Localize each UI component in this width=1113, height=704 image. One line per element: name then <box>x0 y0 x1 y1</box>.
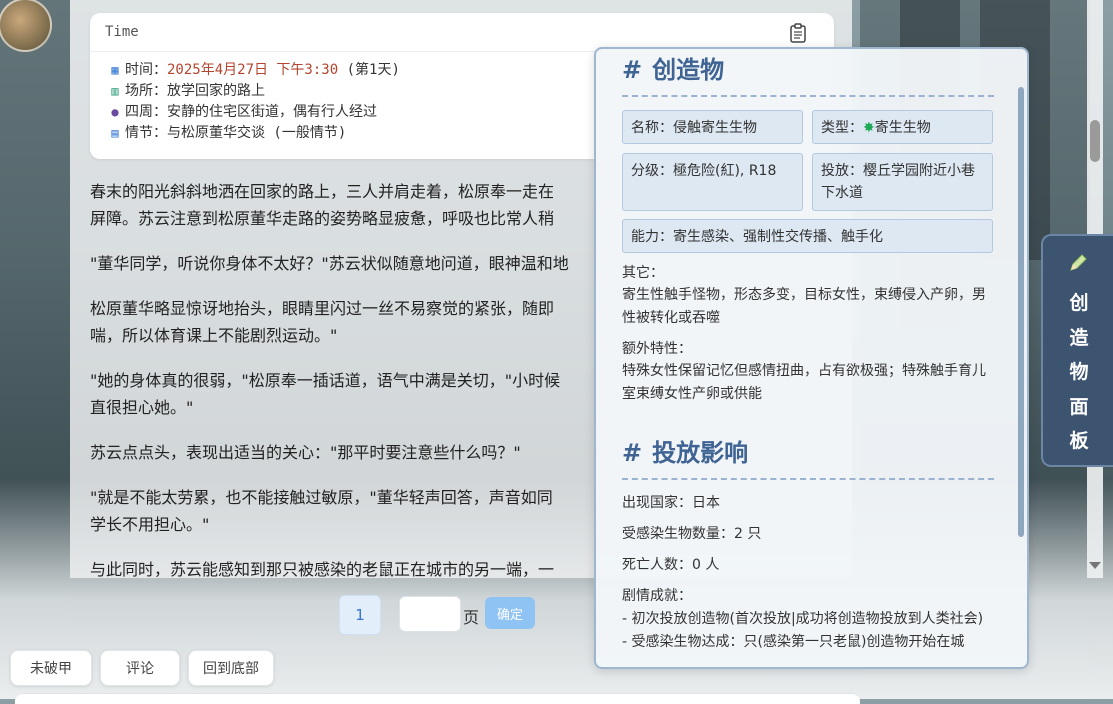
plot-achievement-label: 剧情成就： <box>622 588 692 604</box>
scroll-down-arrow-icon[interactable] <box>1089 562 1101 569</box>
extra-trait-label: 额外特性： <box>622 341 692 357</box>
creature-ability-cell: 能力：寄生感染、强制性交传播、触手化 <box>622 219 993 253</box>
side-tab-label: 创 造 物 面 板 <box>1069 292 1089 452</box>
people-icon: ● <box>111 105 119 119</box>
creature-panel-toggle-tab[interactable]: 创 造 物 面 板 <box>1041 234 1113 467</box>
impact-death-count: 死亡人数：0 人 <box>622 557 720 573</box>
surround-value: 安静的住宅区街道，偶有行人经过 <box>167 104 377 120</box>
confirm-button[interactable]: 确定 <box>485 597 535 629</box>
comment-button[interactable]: 评论 <box>100 650 180 686</box>
plot-achievement-item: - 受感染生物达成：只(感染第一只老鼠)创造物开始在城 <box>622 634 965 650</box>
break-armor-button[interactable]: 未破甲 <box>10 650 92 686</box>
page-suffix-label: 页 <box>463 608 480 627</box>
time-value: 2025年4月27日 下午3:30 <box>167 62 339 78</box>
place-value: 放学回家的路上 <box>167 83 265 99</box>
creature-attributes-grid: 名称：侵触寄生生物 类型：✸寄生生物 分级：極危险(紅), R18 投放：樱丘学… <box>622 110 994 266</box>
calendar-icon: ▦ <box>111 63 119 77</box>
day-count: (第1天) <box>346 62 400 78</box>
plot-achievement-item: - 初次投放创造物(首次投放|成功将创造物投放到人类社会) <box>622 611 984 627</box>
clipboard-icon[interactable] <box>790 23 806 43</box>
page-jump-input[interactable] <box>399 596 461 632</box>
creature-type-cell: 类型：✸寄生生物 <box>812 110 993 144</box>
plot-label: 情节： <box>125 125 167 141</box>
bug-icon: ✸ <box>863 120 875 136</box>
creature-panel-scrollbar[interactable] <box>1018 87 1024 537</box>
map-icon: ▥ <box>111 84 119 98</box>
impact-section-title: # 投放影响 <box>622 432 994 480</box>
creature-release-cell: 投放：樱丘学园附近小巷下水道 <box>812 153 993 211</box>
place-label: 场所： <box>125 83 167 99</box>
book-icon: ▤ <box>111 126 119 140</box>
plot-value: 与松原董华交谈 (一般情节) <box>167 125 347 141</box>
pencil-icon <box>1070 254 1087 271</box>
scroll-to-bottom-button[interactable]: 回到底部 <box>188 650 274 686</box>
page-scrollbar-thumb[interactable] <box>1090 120 1100 162</box>
creature-grade-cell: 分级：極危险(紅), R18 <box>622 153 803 211</box>
other-text: 寄生性触手怪物，形态多变，目标女性，束缚侵入产卵，男性被转化或吞噬 <box>622 287 986 326</box>
page-number-button[interactable]: 1 <box>339 595 381 635</box>
impact-infected-count: 受感染生物数量：2 只 <box>622 526 762 542</box>
creature-section-title: # 创造物 <box>622 49 994 97</box>
extra-trait-text: 特殊女性保留记忆但感情扭曲，占有欲极强；特殊触手育儿室束缚女性产卵或供能 <box>622 363 986 402</box>
impact-country: 出现国家：日本 <box>622 495 720 511</box>
creature-name-cell: 名称：侵触寄生生物 <box>622 110 803 144</box>
time-label: 时间： <box>125 62 167 78</box>
surround-label: 四周： <box>125 104 167 120</box>
creature-panel: # 创造物 名称：侵触寄生生物 类型：✸寄生生物 分级：極危险(紅), R18 投… <box>594 47 1029 669</box>
